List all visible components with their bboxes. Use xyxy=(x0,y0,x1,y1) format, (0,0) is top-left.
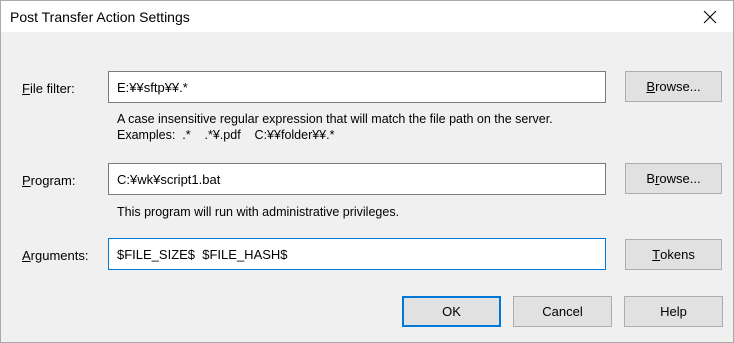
cancel-button[interactable]: Cancel xyxy=(513,296,612,327)
file-filter-browse-button[interactable]: Browse... xyxy=(625,71,722,102)
ok-button[interactable]: OK xyxy=(402,296,501,327)
program-label: Program: xyxy=(22,173,76,188)
arguments-label: Arguments: xyxy=(22,248,89,263)
close-icon xyxy=(703,10,717,23)
dialog-title: Post Transfer Action Settings xyxy=(10,9,190,25)
tokens-button[interactable]: Tokens xyxy=(625,239,722,270)
file-filter-hint: A case insensitive regular expression th… xyxy=(117,112,553,126)
file-filter-input[interactable] xyxy=(108,71,606,103)
title-bar: Post Transfer Action Settings xyxy=(1,1,733,32)
program-hint: This program will run with administrativ… xyxy=(117,205,400,219)
help-button[interactable]: Help xyxy=(624,296,723,327)
arguments-input[interactable] xyxy=(108,238,606,270)
post-transfer-action-dialog: Post Transfer Action Settings File filte… xyxy=(0,0,734,343)
close-button[interactable] xyxy=(687,1,733,32)
file-filter-label: File filter: xyxy=(22,81,75,96)
program-browse-button[interactable]: Br owse... xyxy=(625,163,722,194)
program-input[interactable] xyxy=(108,163,606,195)
file-filter-examples: Examples: .* .*¥.pdf C:¥¥folder¥¥.* xyxy=(117,128,335,142)
